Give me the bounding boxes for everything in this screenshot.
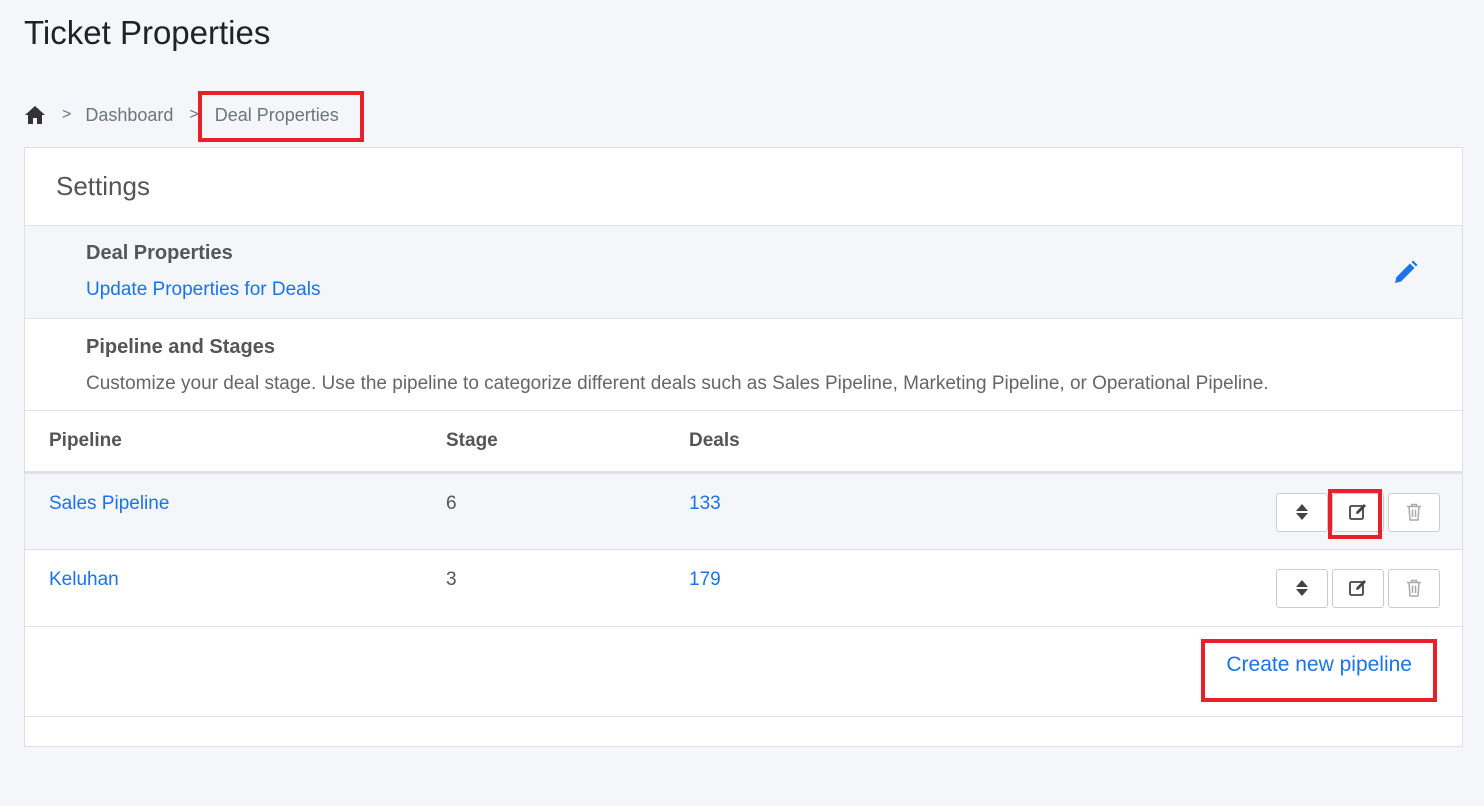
breadcrumb-separator: >: [62, 106, 72, 123]
edit-button[interactable]: [1332, 492, 1384, 532]
pipeline-table: Pipeline Stage Deals Sales Pipeline 6 13…: [25, 411, 1462, 627]
trash-icon: [1407, 579, 1421, 597]
breadcrumb-deal-properties[interactable]: Deal Properties: [213, 105, 341, 126]
delete-button[interactable]: [1388, 568, 1440, 608]
breadcrumb-dashboard[interactable]: Dashboard: [85, 105, 173, 126]
sort-button[interactable]: [1276, 568, 1328, 608]
trash-icon: [1407, 503, 1421, 521]
table-row: Keluhan 3 179: [25, 549, 1462, 626]
edit-icon: [1349, 580, 1366, 596]
pipeline-name-link[interactable]: Sales Pipeline: [49, 493, 169, 514]
pipeline-section: Pipeline and Stages Customize your deal …: [25, 319, 1462, 411]
deal-properties-section: Deal Properties Update Properties for De…: [25, 226, 1462, 319]
deals-count-link[interactable]: 133: [689, 493, 721, 514]
card-header: Settings: [25, 148, 1462, 226]
breadcrumb-separator: >: [189, 106, 199, 123]
home-icon[interactable]: [24, 105, 46, 125]
settings-card: Settings Deal Properties Update Properti…: [24, 147, 1463, 747]
delete-button[interactable]: [1388, 492, 1440, 532]
pipeline-section-title: Pipeline and Stages: [86, 336, 275, 358]
stage-count: 6: [446, 492, 457, 514]
pencil-icon[interactable]: [1392, 260, 1418, 286]
create-new-pipeline-button[interactable]: Create new pipeline: [1226, 653, 1412, 677]
edit-button[interactable]: [1332, 568, 1384, 608]
sort-icon: [1296, 580, 1308, 596]
pipeline-name-link[interactable]: Keluhan: [49, 569, 119, 590]
column-header-deals[interactable]: Deals: [689, 411, 1462, 474]
deal-properties-title: Deal Properties: [86, 242, 233, 264]
edit-icon: [1349, 504, 1366, 520]
stage-count: 3: [446, 568, 457, 590]
sort-icon: [1296, 504, 1308, 520]
breadcrumb: > Dashboard > Deal Properties: [24, 100, 341, 130]
deals-count-link[interactable]: 179: [689, 569, 721, 590]
table-row: Sales Pipeline 6 133: [25, 472, 1462, 549]
sort-button[interactable]: [1276, 492, 1328, 532]
card-footer: Create new pipeline: [25, 627, 1462, 717]
page-title: Ticket Properties: [24, 14, 271, 51]
column-header-stage[interactable]: Stage: [446, 411, 689, 474]
column-header-pipeline[interactable]: Pipeline: [25, 411, 446, 474]
pipeline-section-description: Customize your deal stage. Use the pipel…: [86, 373, 1269, 394]
update-properties-link[interactable]: Update Properties for Deals: [86, 279, 320, 301]
